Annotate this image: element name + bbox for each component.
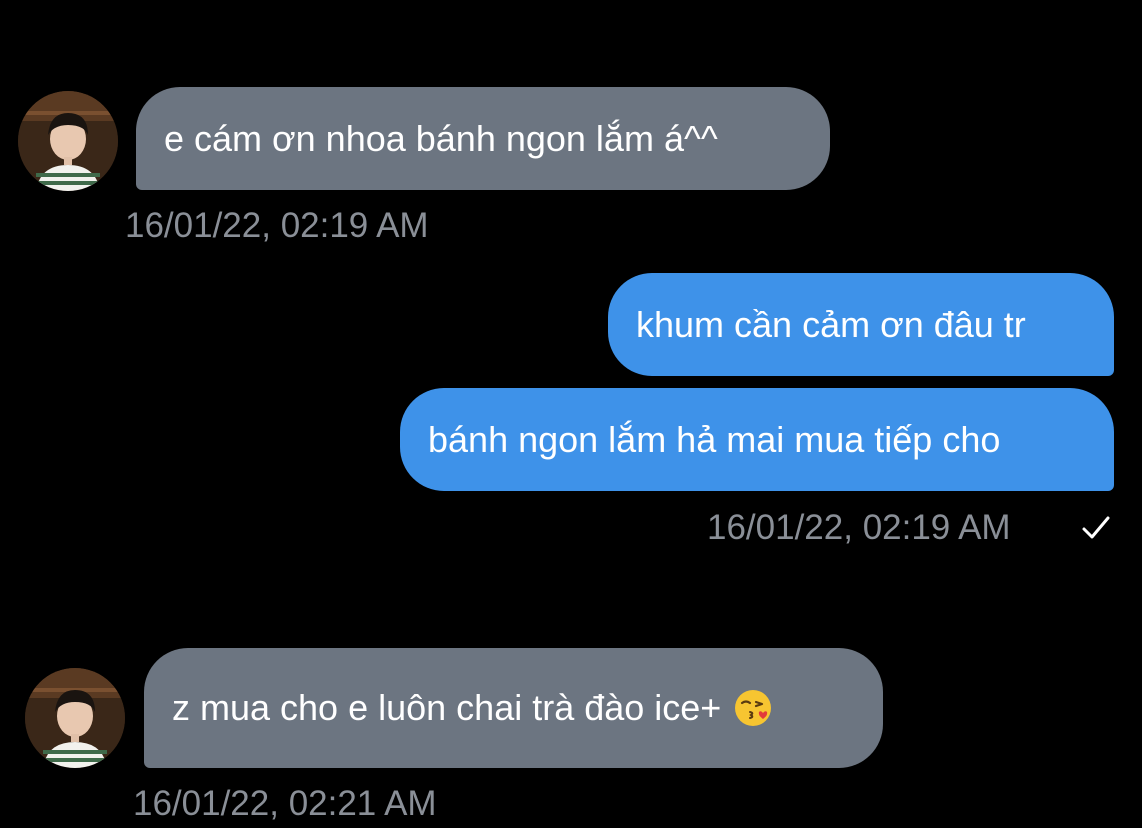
person-photo-icon xyxy=(25,668,125,768)
message-timestamp: 16/01/22, 02:19 AM xyxy=(707,508,1011,547)
message-text: e cám ơn nhoa bánh ngon lắm á^^ xyxy=(164,117,718,159)
contact-avatar[interactable] xyxy=(18,91,118,191)
incoming-message-bubble[interactable]: e cám ơn nhoa bánh ngon lắm á^^ xyxy=(136,87,830,190)
person-photo-icon xyxy=(18,91,118,191)
contact-avatar[interactable] xyxy=(25,668,125,768)
message-text: khum cần cảm ơn đâu tr xyxy=(636,303,1026,345)
message-text: bánh ngon lắm hả mai mua tiếp cho xyxy=(428,418,1001,460)
outgoing-message-bubble[interactable]: khum cần cảm ơn đâu tr xyxy=(608,273,1114,376)
incoming-message-bubble[interactable]: z mua cho e luôn chai trà đào ice+ xyxy=(144,648,883,768)
checkmark-icon xyxy=(1082,516,1110,539)
message-text: z mua cho e luôn chai trà đào ice+ xyxy=(172,687,722,728)
message-timestamp: 16/01/22, 02:19 AM xyxy=(125,206,429,245)
outgoing-message-bubble[interactable]: bánh ngon lắm hả mai mua tiếp cho xyxy=(400,388,1114,491)
kissing-face-emoji-icon xyxy=(735,690,772,726)
message-timestamp: 16/01/22, 02:21 AM xyxy=(133,784,437,823)
